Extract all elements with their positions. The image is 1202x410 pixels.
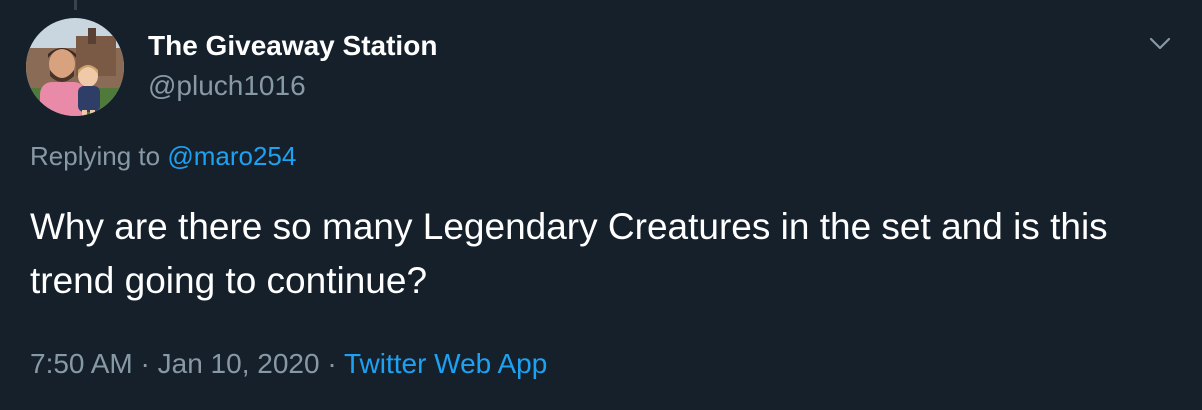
replying-to-line: Replying to @maro254 bbox=[30, 141, 296, 172]
display-name[interactable]: The Giveaway Station bbox=[148, 30, 437, 62]
tweet-text: Why are there so many Legendary Creature… bbox=[30, 206, 1108, 301]
chevron-down-icon[interactable] bbox=[1145, 28, 1175, 58]
replying-to-label: Replying to bbox=[30, 141, 161, 171]
tweet-metadata: 7:50 AM · Jan 10, 2020 · Twitter Web App bbox=[30, 348, 547, 380]
replying-to-mention-link[interactable]: @maro254 bbox=[167, 141, 296, 171]
tweet-source-link[interactable]: Twitter Web App bbox=[344, 348, 547, 379]
tweet: The Giveaway Station @pluch1016 Replying… bbox=[0, 0, 1202, 410]
user-handle[interactable]: @pluch1016 bbox=[148, 70, 306, 102]
profile-photo bbox=[26, 18, 124, 116]
meta-separator: · bbox=[140, 348, 150, 379]
thread-connector-line bbox=[74, 0, 77, 10]
avatar[interactable] bbox=[26, 18, 124, 116]
meta-separator: · bbox=[327, 348, 337, 379]
tweet-date[interactable]: Jan 10, 2020 bbox=[158, 348, 320, 379]
tweet-time[interactable]: 7:50 AM bbox=[30, 348, 133, 379]
